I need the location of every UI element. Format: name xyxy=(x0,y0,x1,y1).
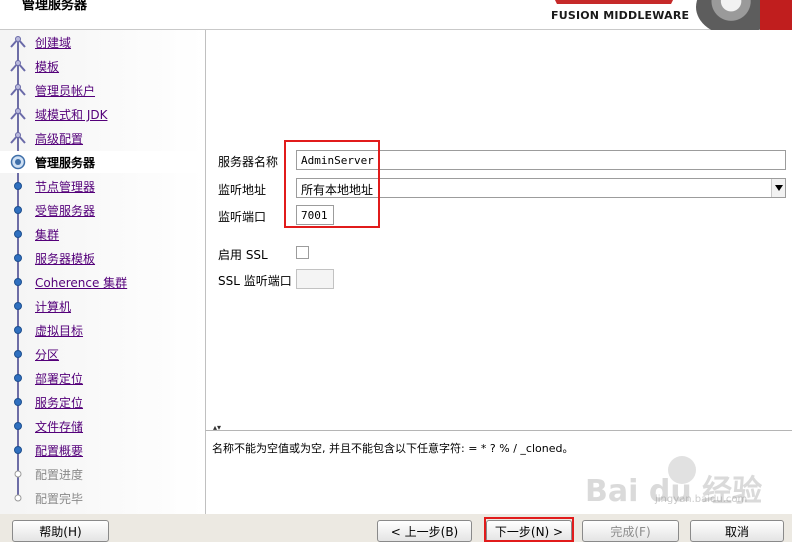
sidebar-item[interactable]: 分区 xyxy=(0,343,205,365)
sidebar-item-label: 模板 xyxy=(35,60,60,74)
step-pending-icon xyxy=(14,422,22,430)
sidebar-item-label: 高级配置 xyxy=(35,132,84,146)
step-disabled-icon xyxy=(14,494,22,502)
sidebar-item-label: 计算机 xyxy=(35,300,72,314)
sidebar-item-label: 受管服务器 xyxy=(35,204,96,218)
sidebar-item[interactable]: 集群 xyxy=(0,223,205,245)
sidebar-item-label: 创建域 xyxy=(35,36,72,50)
listen-port-label: 监听端口 xyxy=(218,210,267,224)
chevron-down-icon[interactable] xyxy=(771,179,785,197)
step-pending-icon xyxy=(14,254,22,262)
sidebar-item-label: 管理员帐户 xyxy=(35,84,96,98)
sidebar-item-label: Coherence 集群 xyxy=(35,276,128,290)
enable-ssl-label: 启用 SSL xyxy=(218,248,268,262)
step-pending-icon xyxy=(14,374,22,382)
sidebar-item[interactable]: 域模式和 JDK xyxy=(0,103,205,125)
sidebar-item[interactable]: 服务定位 xyxy=(0,391,205,413)
enable-ssl-checkbox[interactable] xyxy=(296,246,309,259)
step-disabled-icon xyxy=(14,470,22,478)
oracle-logo-band xyxy=(552,0,676,4)
sidebar-item-label: 部署定位 xyxy=(35,372,84,386)
sidebar-item[interactable]: 管理员帐户 xyxy=(0,79,205,101)
step-pending-icon xyxy=(14,326,22,334)
sidebar-item-label: 配置完毕 xyxy=(35,492,84,506)
sidebar-item-label: 集群 xyxy=(35,228,60,242)
sidebar-item[interactable]: 高级配置 xyxy=(0,127,205,149)
step-done-icon xyxy=(10,84,26,96)
step-pending-icon xyxy=(14,230,22,238)
step-done-icon xyxy=(10,36,26,48)
annotation-highlight-next xyxy=(484,517,574,542)
sidebar-item: 管理服务器 xyxy=(0,151,205,173)
sidebar-item[interactable]: 受管服务器 xyxy=(0,199,205,221)
sidebar-item-label: 域模式和 JDK xyxy=(35,108,108,122)
help-button[interactable]: 帮助(H) xyxy=(12,520,109,542)
step-done-icon xyxy=(10,108,26,120)
sidebar-item-label: 分区 xyxy=(35,348,60,362)
sidebar-item-label: 服务器模板 xyxy=(35,252,96,266)
content-panel: 服务器名称 监听地址 所有本地地址 监听端口 启用 SSL SSL 监听端口 xyxy=(205,30,792,430)
wizard-nav: 创建域模板管理员帐户域模式和 JDK 高级配置管理服务器节点管理器受管服务器集群服… xyxy=(0,30,205,514)
sidebar-item-label: 配置进度 xyxy=(35,468,84,482)
watermark: Bai du 经验 jingyan.baidu.com xyxy=(585,456,785,511)
back-button[interactable]: < 上一步(B) xyxy=(377,520,472,542)
cancel-button[interactable]: 取消 xyxy=(690,520,784,542)
watermark-url: jingyan.baidu.com xyxy=(655,494,748,505)
sidebar-item-label: 文件存储 xyxy=(35,420,84,434)
sidebar-item[interactable]: 虚拟目标 xyxy=(0,319,205,341)
sidebar-item[interactable]: 配置概要 xyxy=(0,439,205,461)
step-pending-icon xyxy=(14,350,22,358)
sidebar-item[interactable]: 创建域 xyxy=(0,31,205,53)
sidebar-item[interactable]: 文件存储 xyxy=(0,415,205,437)
brand-product-line: FUSION MIDDLEWARE xyxy=(551,9,690,22)
step-done-icon xyxy=(10,132,26,144)
ssl-port-label: SSL 监听端口 xyxy=(218,274,292,288)
sidebar-item: 配置完毕 xyxy=(0,487,205,509)
sidebar-item[interactable]: 计算机 xyxy=(0,295,205,317)
page-title: 管理服务器 xyxy=(22,0,88,13)
server-name-label: 服务器名称 xyxy=(218,155,279,169)
sidebar-item[interactable]: 模板 xyxy=(0,55,205,77)
finish-button[interactable]: 完成(F) xyxy=(582,520,679,542)
sidebar-item-label: 节点管理器 xyxy=(35,180,96,194)
step-pending-icon xyxy=(14,398,22,406)
sidebar-item[interactable]: 服务器模板 xyxy=(0,247,205,269)
sidebar-item-label: 配置概要 xyxy=(35,444,84,458)
sidebar-item-label: 虚拟目标 xyxy=(35,324,84,338)
sidebar-item[interactable]: Coherence 集群 xyxy=(0,271,205,293)
validation-message: 名称不能为空值或为空, 并且不能包含以下任意字符: = * ? % / _clo… xyxy=(212,442,574,455)
sidebar-item[interactable]: 部署定位 xyxy=(0,367,205,389)
sidebar-item[interactable]: 节点管理器 xyxy=(0,175,205,197)
step-done-icon xyxy=(10,60,26,72)
step-pending-icon xyxy=(14,278,22,286)
step-pending-icon xyxy=(14,206,22,214)
brand-red-corner xyxy=(760,0,792,30)
step-pending-icon xyxy=(14,182,22,190)
sidebar-item: 配置进度 xyxy=(0,463,205,485)
header-bar: 管理服务器 FUSION MIDDLEWARE xyxy=(0,0,792,36)
sidebar-item-label: 服务定位 xyxy=(35,396,84,410)
listen-address-label: 监听地址 xyxy=(218,183,267,197)
annotation-highlight-form xyxy=(284,140,380,228)
step-pending-icon xyxy=(14,446,22,454)
step-pending-icon xyxy=(14,302,22,310)
step-current-icon xyxy=(10,154,26,170)
sidebar-item-label: 管理服务器 xyxy=(35,156,96,170)
ssl-port-input[interactable] xyxy=(296,269,334,289)
